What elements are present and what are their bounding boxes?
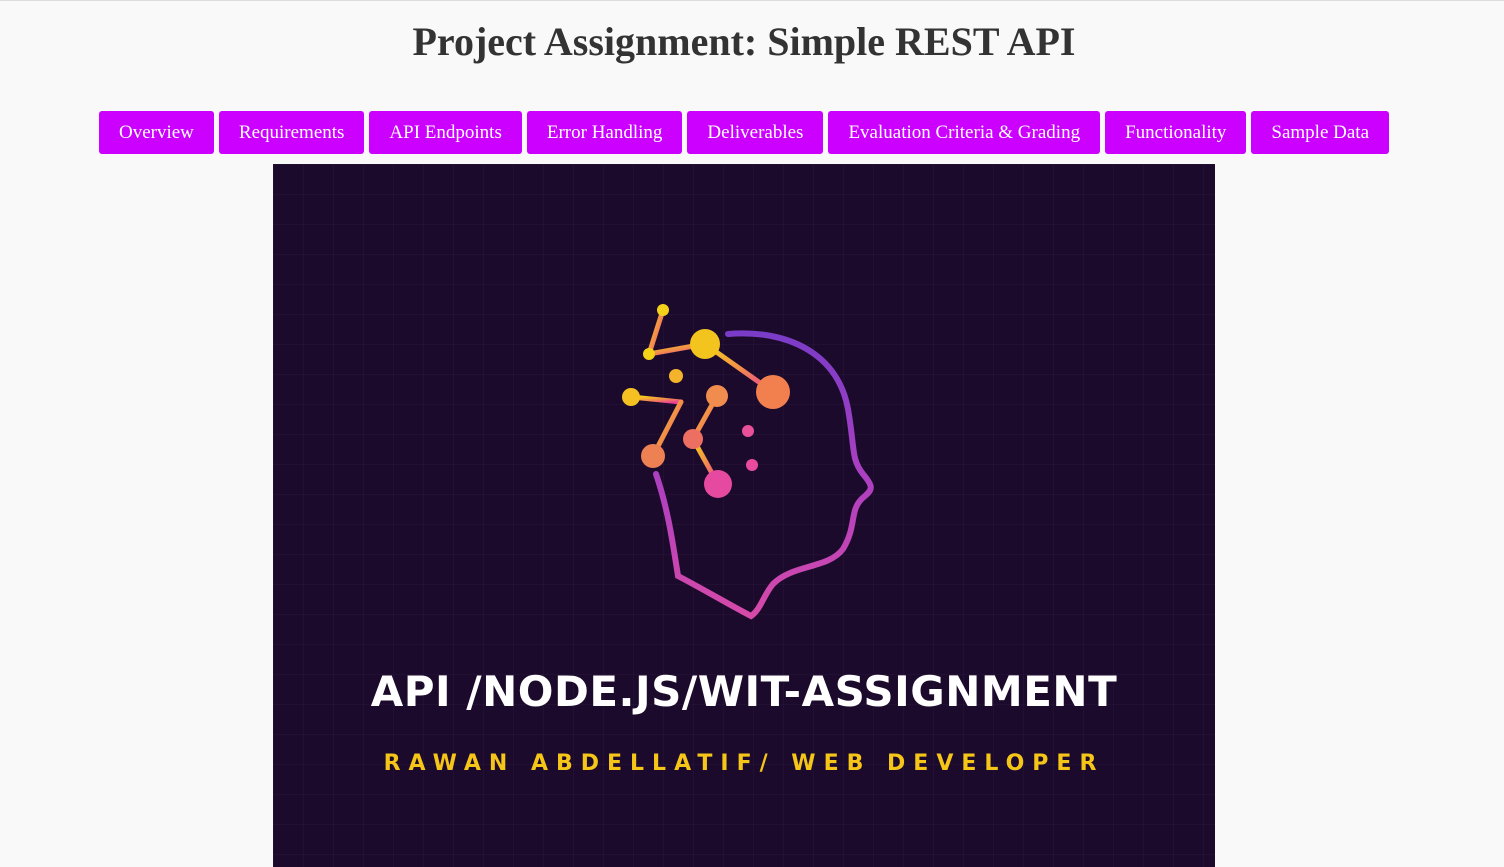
nav-api-endpoints-button[interactable]: API Endpoints	[369, 111, 522, 154]
nav-evaluation-button[interactable]: Evaluation Criteria & Grading	[828, 111, 1101, 154]
nav-functionality-button[interactable]: Functionality	[1105, 111, 1247, 154]
banner-image: API /NODE.JS/WIT-ASSIGNMENT RAWAN ABDELL…	[273, 164, 1215, 867]
nav-deliverables-button[interactable]: Deliverables	[687, 111, 824, 154]
top-divider	[0, 0, 1504, 1]
section-nav: Overview Requirements API Endpoints Erro…	[0, 111, 1488, 154]
nav-sample-data-button[interactable]: Sample Data	[1251, 111, 1390, 154]
page-title: Project Assignment: Simple REST API	[412, 19, 1076, 64]
nav-overview-button[interactable]: Overview	[98, 111, 214, 154]
banner-subtitle: RAWAN ABDELLATIF/ WEB DEVELOPER	[383, 751, 1105, 776]
nav-requirements-button[interactable]: Requirements	[218, 111, 365, 154]
banner-title: API /NODE.JS/WIT-ASSIGNMENT	[370, 667, 1118, 716]
nav-error-handling-button[interactable]: Error Handling	[526, 111, 683, 154]
